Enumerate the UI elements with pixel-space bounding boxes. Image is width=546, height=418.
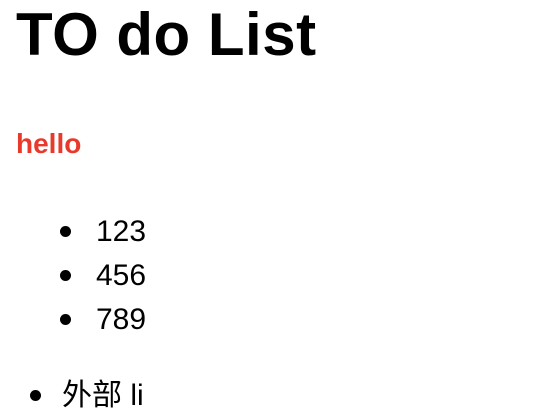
bullet-icon: [30, 390, 41, 401]
inner-list: 123 456 789: [60, 210, 147, 342]
outer-list-item-label: 外部 li: [62, 379, 144, 412]
list-item-label: 789: [96, 303, 147, 336]
page: TO do List hello 123 456 789 外部 li: [0, 0, 546, 418]
hello-heading: hello: [16, 128, 82, 159]
list-item-label: 456: [96, 259, 147, 292]
list-item: 123: [60, 210, 147, 254]
list-item-label: 123: [96, 215, 147, 248]
list-item: 789: [60, 298, 147, 342]
bullet-icon: [60, 270, 71, 281]
page-title: TO do List: [16, 1, 317, 68]
outer-list-item: 外部 li: [30, 374, 144, 418]
bullet-icon: [60, 226, 71, 237]
outer-list: 外部 li: [30, 374, 144, 418]
list-item: 456: [60, 254, 147, 298]
bullet-icon: [60, 314, 71, 325]
